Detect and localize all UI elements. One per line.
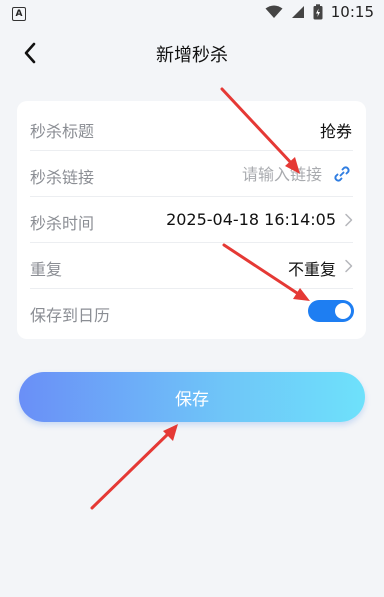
status-bar: A 10:15 <box>0 0 384 28</box>
chevron-right-icon <box>345 259 353 273</box>
title-value[interactable]: 抢券 <box>320 118 352 142</box>
seckill-form-card: 秒杀标题 抢券 秒杀链接 秒杀时间 2025-04-18 16:14:05 重复… <box>17 101 366 339</box>
calendar-label: 保存到日历 <box>30 306 111 325</box>
save-button[interactable]: 保存 <box>19 372 365 422</box>
annotation-arrow <box>90 430 172 510</box>
repeat-label: 重复 <box>30 260 63 279</box>
time-label: 秒杀时间 <box>30 214 95 233</box>
form-row-title[interactable]: 秒杀标题 抢券 <box>17 104 366 150</box>
status-time: 10:15 <box>330 3 374 21</box>
link-label: 秒杀链接 <box>30 168 95 187</box>
annotation-arrowhead <box>163 424 178 441</box>
form-row-link: 秒杀链接 <box>17 150 366 196</box>
form-row-repeat[interactable]: 重复 不重复 <box>17 242 366 288</box>
wifi-icon <box>265 5 283 18</box>
app-notification-icon: A <box>12 7 26 21</box>
battery-charging-icon <box>313 4 323 20</box>
link-input[interactable] <box>170 159 324 189</box>
signal-icon <box>291 6 304 18</box>
form-row-time[interactable]: 秒杀时间 2025-04-18 16:14:05 <box>17 196 366 242</box>
chevron-right-icon <box>345 213 353 227</box>
page-title: 新增秒杀 <box>156 45 228 66</box>
link-icon[interactable] <box>332 164 352 184</box>
form-row-calendar: 保存到日历 <box>17 288 366 334</box>
toggle-knob <box>335 303 351 319</box>
time-value: 2025-04-18 16:14:05 <box>166 210 336 229</box>
title-label: 秒杀标题 <box>30 122 95 141</box>
repeat-value: 不重复 <box>287 260 336 279</box>
page-header: 新增秒杀 <box>0 28 384 78</box>
save-to-calendar-toggle[interactable] <box>308 300 354 322</box>
